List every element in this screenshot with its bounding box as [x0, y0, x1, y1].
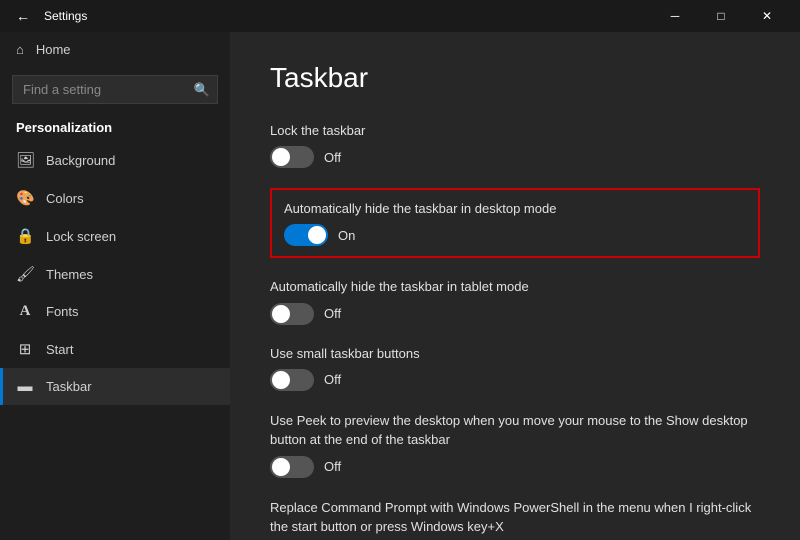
- setting-label: Automatically hide the taskbar in deskto…: [284, 200, 746, 218]
- toggle-thumb: [272, 371, 290, 389]
- setting-peek: Use Peek to preview the desktop when you…: [270, 411, 760, 478]
- sidebar-item-label: Start: [46, 342, 73, 357]
- taskbar-icon: ▬: [16, 378, 34, 395]
- fonts-icon: A: [16, 303, 34, 320]
- titlebar-title: Settings: [44, 9, 87, 23]
- toggle-state-label: On: [338, 228, 355, 243]
- setting-label: Replace Command Prompt with Windows Powe…: [270, 498, 760, 537]
- page-title: Taskbar: [270, 62, 760, 94]
- toggle-row: Off: [270, 456, 760, 478]
- setting-label: Lock the taskbar: [270, 122, 760, 140]
- minimize-button[interactable]: ─: [652, 0, 698, 32]
- sidebar: ⌂ Home 🔍 Personalization 🖼 Background 🎨 …: [0, 32, 230, 540]
- toggle-state-label: Off: [324, 459, 341, 474]
- back-button[interactable]: ←: [10, 4, 36, 28]
- sidebar-item-taskbar[interactable]: ▬ Taskbar: [0, 368, 230, 405]
- close-button[interactable]: ✕: [744, 0, 790, 32]
- search-icon: 🔍: [194, 82, 210, 98]
- toggle-row: Off: [270, 369, 760, 391]
- sidebar-item-label: Colors: [46, 191, 84, 206]
- toggle-row: On: [284, 224, 746, 246]
- sidebar-item-background[interactable]: 🖼 Background: [0, 141, 230, 179]
- toggle-thumb: [272, 458, 290, 476]
- toggle-state-label: Off: [324, 306, 341, 321]
- lock-screen-icon: 🔒: [16, 227, 34, 245]
- toggle-lock-taskbar[interactable]: [270, 146, 314, 168]
- setting-auto-hide-desktop: Automatically hide the taskbar in deskto…: [270, 188, 760, 258]
- setting-auto-hide-tablet: Automatically hide the taskbar in tablet…: [270, 278, 760, 324]
- search-input[interactable]: [12, 75, 218, 104]
- sidebar-item-themes[interactable]: 🖌 Themes: [0, 255, 230, 293]
- sidebar-item-home[interactable]: ⌂ Home: [0, 32, 230, 67]
- toggle-state-label: Off: [324, 150, 341, 165]
- sidebar-section-label: Personalization: [0, 112, 230, 141]
- setting-label: Use Peek to preview the desktop when you…: [270, 411, 760, 450]
- colors-icon: 🎨: [16, 189, 34, 207]
- titlebar-controls: ─ □ ✕: [652, 0, 790, 32]
- setting-lock-taskbar: Lock the taskbar Off: [270, 122, 760, 168]
- toggle-row: Off: [270, 146, 760, 168]
- sidebar-search: 🔍: [12, 75, 218, 104]
- toggle-state-label: Off: [324, 372, 341, 387]
- sidebar-item-label: Fonts: [46, 304, 79, 319]
- toggle-peek[interactable]: [270, 456, 314, 478]
- maximize-button[interactable]: □: [698, 0, 744, 32]
- sidebar-item-label: Themes: [46, 267, 93, 282]
- setting-label: Use small taskbar buttons: [270, 345, 760, 363]
- main-layout: ⌂ Home 🔍 Personalization 🖼 Background 🎨 …: [0, 32, 800, 540]
- toggle-thumb: [272, 305, 290, 323]
- sidebar-item-label: Background: [46, 153, 115, 168]
- sidebar-home-label: Home: [36, 42, 71, 57]
- home-icon: ⌂: [16, 42, 24, 57]
- titlebar: ← Settings ─ □ ✕: [0, 0, 800, 32]
- sidebar-item-lock-screen[interactable]: 🔒 Lock screen: [0, 217, 230, 255]
- toggle-auto-hide-tablet[interactable]: [270, 303, 314, 325]
- sidebar-item-fonts[interactable]: A Fonts: [0, 293, 230, 330]
- toggle-row: Off: [270, 303, 760, 325]
- sidebar-item-label: Taskbar: [46, 379, 92, 394]
- themes-icon: 🖌: [16, 265, 34, 283]
- setting-label: Automatically hide the taskbar in tablet…: [270, 278, 760, 296]
- setting-small-buttons: Use small taskbar buttons Off: [270, 345, 760, 391]
- toggle-thumb: [272, 148, 290, 166]
- sidebar-item-label: Lock screen: [46, 229, 116, 244]
- sidebar-item-colors[interactable]: 🎨 Colors: [0, 179, 230, 217]
- setting-powershell: Replace Command Prompt with Windows Powe…: [270, 498, 760, 540]
- toggle-small-buttons[interactable]: [270, 369, 314, 391]
- toggle-thumb: [308, 226, 326, 244]
- titlebar-left: ← Settings: [10, 4, 87, 28]
- content-area: Taskbar Lock the taskbar Off Automatical…: [230, 32, 800, 540]
- toggle-auto-hide-desktop[interactable]: [284, 224, 328, 246]
- background-icon: 🖼: [16, 151, 34, 169]
- sidebar-item-start[interactable]: ⊞ Start: [0, 330, 230, 368]
- start-icon: ⊞: [16, 340, 34, 358]
